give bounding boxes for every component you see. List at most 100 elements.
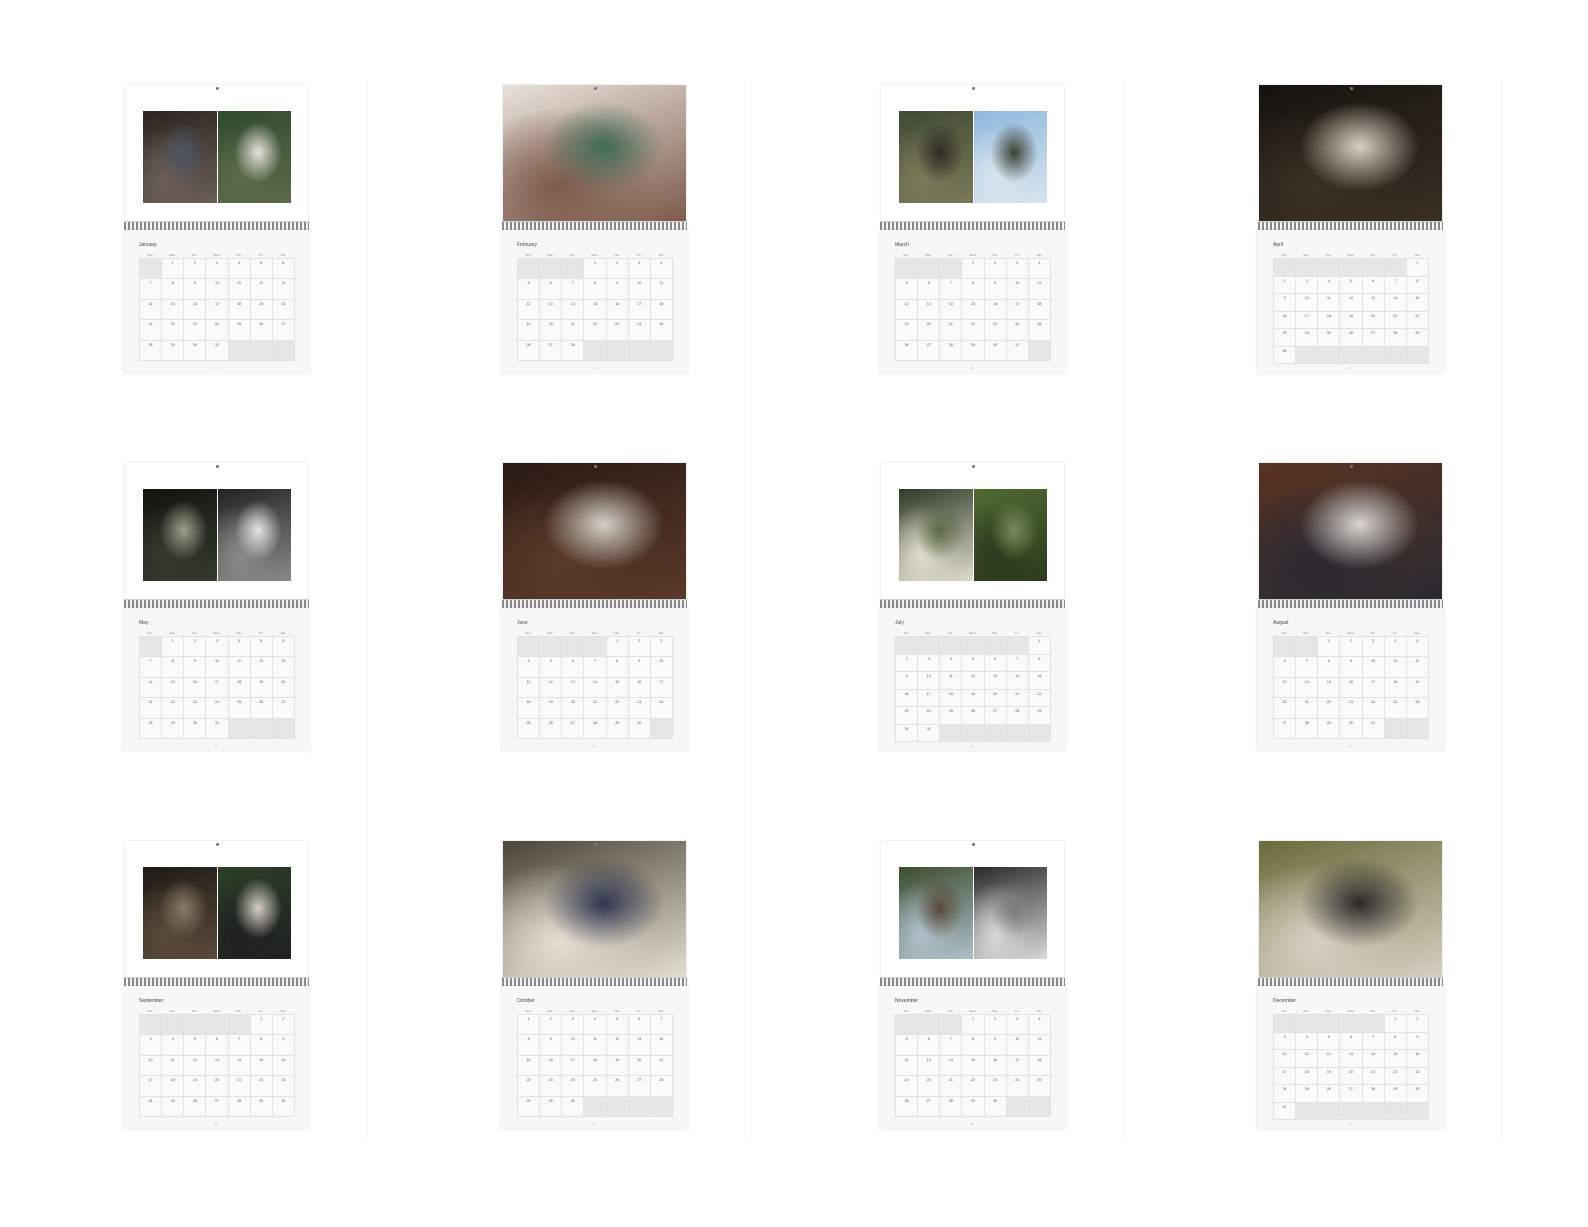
calendar-page-may[interactable]: May Sun Mon Tue Wed Thu Fri Sat 1 2 3 4 5 6 7 8 9 10 11 12 1… (123, 463, 310, 751)
page-footer-mark (1349, 1123, 1351, 1125)
day-cell: 22 (518, 1076, 541, 1097)
empty-day-cell (984, 637, 1007, 655)
day-cell: 20 (1340, 1067, 1363, 1085)
column-separator (367, 80, 368, 1140)
day-cell: 13 (562, 677, 585, 699)
calendar-page-january[interactable]: January Sun Mon Tue Wed Thu Fri Sat 1 2 3 4 5 6 7 8 9 10 1… (123, 85, 310, 373)
day-cell: 8 (1318, 657, 1341, 678)
calendar-page-march[interactable]: March Sun Mon Tue Wed Thu Fri Sat 1 2 3 4 5 6 7 8 9 10 11 1… (879, 85, 1066, 373)
hanging-hole (972, 465, 975, 468)
day-cell: 14 (562, 299, 585, 321)
page-footer-mark (593, 745, 595, 747)
day-cell: 30 (272, 1096, 295, 1117)
day-cell: 20 (1274, 698, 1297, 719)
day-cell: 19 (1340, 311, 1363, 329)
empty-day-cell (1362, 1102, 1385, 1120)
day-cell: 12 (1340, 294, 1363, 312)
empty-day-cell (650, 340, 673, 361)
hanging-hole (216, 465, 219, 468)
day-cell: 30 (984, 340, 1007, 361)
calendar-page-november[interactable]: November Sun Mon Tue Wed Thu Fri Sat 1 2 3 4 5 6 7 8 9 10… (879, 841, 1066, 1129)
calendar-page-april[interactable]: April Sun Mon Tue Wed Thu Fri Sat 1 2 3 4 5 6 7 8 9 10 11 1… (1257, 85, 1444, 373)
day-cell: 5 (606, 1015, 629, 1036)
empty-day-cell (1296, 259, 1319, 277)
hanging-hole (594, 465, 597, 468)
empty-day-cell (272, 340, 295, 361)
weekday-label: Fri (259, 253, 263, 257)
day-cell: 16 (540, 1055, 563, 1077)
hanging-hole (594, 87, 597, 90)
day-cell: 26 (896, 1096, 919, 1117)
empty-day-cell (1340, 1102, 1363, 1120)
weekday-label: Tue (947, 631, 953, 635)
day-cell: 19 (518, 320, 541, 341)
day-cell: 3 (1274, 1032, 1297, 1050)
calendar-page-october[interactable]: October Sun Mon Tue Wed Thu Fri Sat 1 2 3 4 5 6 7 8 9 10 1… (501, 841, 688, 1129)
day-cell: 15 (518, 1055, 541, 1077)
weekday-label: Fri (1393, 253, 1397, 257)
day-cell: 27 (272, 698, 295, 719)
day-cell: 22 (584, 320, 607, 341)
day-cell: 30 (184, 340, 207, 361)
man-reclining-on-sofa-photo (143, 111, 217, 203)
day-cell: 7 (940, 279, 963, 300)
day-cell: 6 (984, 654, 1007, 672)
calendar-page-september[interactable]: September Sun Mon Tue Wed Thu Fri Sat 1 2 3 4 5 6 7 8 9 1… (123, 841, 310, 1129)
day-cell: 15 (1384, 1050, 1407, 1068)
man-reclining-on-steps-photo (143, 867, 217, 959)
day-cell: 25 (940, 707, 963, 725)
calendar-page-july[interactable]: July Sun Mon Tue Wed Thu Fri Sat 1 2 3 4 5 6 7 8 9 10 11 12… (879, 463, 1066, 751)
hanging-hole (216, 843, 219, 846)
day-cell: 15 (162, 677, 185, 699)
weekday-label: Sat (1036, 1009, 1042, 1013)
day-cell: 17 (206, 677, 229, 699)
calendar-page-june[interactable]: June Sun Mon Tue Wed Thu Fri Sat 1 2 3 4 5 6 7 8 9 10 11 12… (501, 463, 688, 751)
weekday-label: Tue (191, 253, 197, 257)
day-cell: 17 (206, 299, 229, 321)
weekday-label: Wed (591, 631, 598, 635)
empty-day-cell (1384, 259, 1407, 277)
man-in-striped-shirt-photo (1259, 463, 1442, 600)
photo-sheet (503, 463, 686, 600)
empty-day-cell (940, 259, 963, 280)
day-grid: 1 2 3 4 5 6 7 8 9 10 11 12 13 14 15 16 17 18 19 20 21 22 23 24 2… (1273, 258, 1429, 364)
day-cell: 21 (1362, 1067, 1385, 1085)
weekday-label: Thu (992, 1009, 998, 1013)
day-cell: 24 (1296, 329, 1319, 347)
photo-sheet (503, 85, 686, 222)
day-cell: 28 (584, 718, 607, 739)
day-cell: 13 (272, 279, 295, 300)
two-men-lying-on-blanket-photo (1259, 841, 1442, 978)
calendar-page-august[interactable]: August Sun Mon Tue Wed Thu Fri Sat 1 2 3 4 5 6 7 8 9 10 11… (1257, 463, 1444, 751)
empty-day-cell (1318, 346, 1341, 364)
calendar-page-december[interactable]: December Sun Mon Tue Wed Thu Fri Sat 1 2 3 4 5 6 7 8 9 10… (1257, 841, 1444, 1129)
day-cell: 29 (162, 340, 185, 361)
day-cell: 31 (1006, 340, 1029, 361)
weekday-label: Sun (903, 1009, 909, 1013)
day-cell: 14 (228, 1055, 251, 1077)
day-cell: 21 (650, 1055, 673, 1077)
day-cell: 30 (1340, 718, 1363, 739)
empty-day-cell (1362, 1015, 1385, 1033)
day-cell: 11 (1296, 1050, 1319, 1068)
calendar-page-february[interactable]: February Sun Mon Tue Wed Thu Fri Sat 1 2 3 4 5 6 7 8 9 10… (501, 85, 688, 373)
weekday-label: Sat (658, 1009, 664, 1013)
day-cell: 2 (540, 1015, 563, 1036)
weekday-label: Thu (236, 1009, 242, 1013)
calendar-sheet: April Sun Mon Tue Wed Thu Fri Sat 1 2 3 4 5 6 7 8 9 10 11 1… (1257, 230, 1444, 373)
day-cell: 10 (1296, 294, 1319, 312)
month-title: June (517, 620, 528, 626)
day-cell: 15 (250, 1055, 273, 1077)
empty-day-cell (1384, 1102, 1407, 1120)
day-cell: 14 (584, 677, 607, 699)
day-cell: 16 (272, 1055, 295, 1077)
day-cell: 26 (1406, 698, 1429, 719)
day-cell: 18 (1296, 1067, 1319, 1085)
empty-day-cell (918, 1015, 941, 1036)
weekday-label: Sat (280, 1009, 286, 1013)
day-cell: 3 (1296, 276, 1319, 294)
day-cell: 4 (1028, 1015, 1051, 1036)
weekday-label: Fri (637, 631, 641, 635)
photo-sheet (1259, 463, 1442, 600)
empty-day-cell (228, 1015, 251, 1036)
